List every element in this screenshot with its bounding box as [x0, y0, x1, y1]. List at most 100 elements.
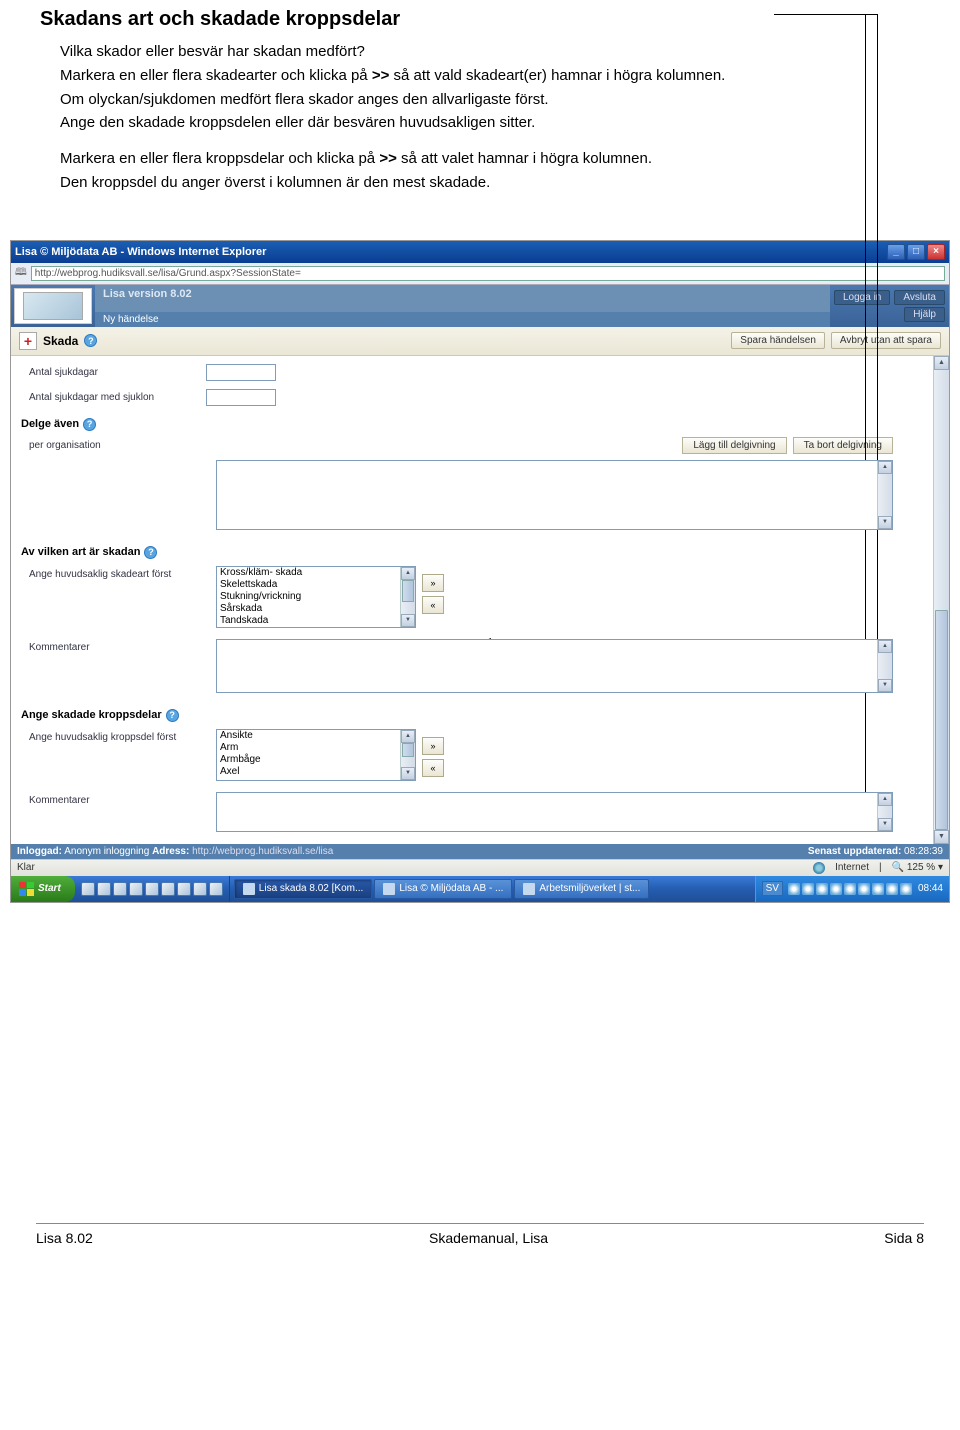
address-input[interactable]	[31, 266, 945, 281]
tray-icon[interactable]	[858, 883, 870, 895]
task-button[interactable]: Lisa © Miljödata AB - ...	[374, 879, 512, 899]
tray-icon[interactable]	[830, 883, 842, 895]
scroll-down-icon[interactable]: ▼	[878, 818, 892, 831]
art-source-listbox[interactable]: Kross/kläm- skada Skelettskada Stukning/…	[216, 566, 416, 628]
list-item[interactable]: Arm	[217, 742, 415, 754]
content-area: Antal sjukdagar Antal sjukdagar med sjuk…	[11, 356, 949, 844]
task-button[interactable]: Lisa skada 8.02 [Kom...	[234, 879, 373, 899]
page-footer: Lisa 8.02 Skademanual, Lisa Sida 8	[36, 1223, 924, 1246]
ql-icon[interactable]	[209, 882, 223, 896]
move-left-button[interactable]: «	[422, 759, 444, 777]
sjuklon-input[interactable]	[206, 389, 276, 406]
tray-icon[interactable]	[844, 883, 856, 895]
ql-icon[interactable]	[97, 882, 111, 896]
task-button[interactable]: Arbetsmiljöverket | st...	[514, 879, 649, 899]
tray-icon[interactable]	[816, 883, 828, 895]
help-icon[interactable]: ?	[166, 709, 179, 722]
scroll-thumb[interactable]	[402, 580, 414, 602]
list-item[interactable]: Kross/kläm- skada	[217, 567, 415, 579]
scrollbar[interactable]: ▲ ▼	[400, 567, 415, 627]
scroll-up-icon[interactable]: ▲	[934, 356, 949, 370]
ql-icon[interactable]	[193, 882, 207, 896]
per-org-row: per organisation Lägg till delgivning Ta…	[21, 435, 929, 458]
ie-zone: Internet	[835, 862, 869, 873]
move-right-button[interactable]: »	[422, 737, 444, 755]
scroll-down-icon[interactable]: ▼	[934, 830, 949, 844]
logo-image	[23, 292, 83, 320]
art-kommentarer-textarea[interactable]: ▲ ▼	[216, 639, 893, 693]
kommentarer-label: Kommentarer	[21, 640, 206, 653]
scrollbar[interactable]: ▲ ▼	[877, 793, 892, 831]
ql-icon[interactable]	[145, 882, 159, 896]
scroll-up-icon[interactable]: ▲	[878, 793, 892, 806]
add-delgivning-button[interactable]: Lägg till delgivning	[682, 437, 786, 454]
kropp-kommentarer-textarea[interactable]: ▲ ▼	[216, 792, 893, 832]
footer-left: Lisa 8.02	[36, 1230, 93, 1246]
cancel-button[interactable]: Avbryt utan att spara	[831, 332, 941, 349]
list-item[interactable]: Stukning/vrickning	[217, 591, 415, 603]
move-left-button[interactable]: «	[422, 596, 444, 614]
clock[interactable]: 08:44	[918, 883, 943, 894]
instructions: Vilka skador eller besvär har skadan med…	[40, 41, 920, 194]
art-heading: Av vilken art är skadan ?	[21, 538, 929, 563]
help-icon[interactable]: ?	[84, 334, 97, 347]
ql-icon[interactable]	[129, 882, 143, 896]
ie-status-bar: Klar Internet | 🔍 125 % ▾	[11, 859, 949, 876]
tray-icon[interactable]	[802, 883, 814, 895]
help-icon[interactable]: ?	[144, 546, 157, 559]
tray-icon[interactable]	[900, 883, 912, 895]
remove-delgivning-button[interactable]: Ta bort delgivning	[793, 437, 893, 454]
scroll-up-icon[interactable]: ▲	[878, 461, 892, 474]
list-item[interactable]: Tandskada	[217, 615, 415, 627]
start-button[interactable]: Start	[11, 876, 75, 902]
close-button[interactable]: ×	[927, 244, 945, 260]
scroll-down-icon[interactable]: ▼	[401, 767, 415, 780]
browser-screenshot: Lisa © Miljödata AB - Windows Internet E…	[10, 240, 950, 903]
ql-icon[interactable]	[81, 882, 95, 896]
move-right-button[interactable]: »	[422, 574, 444, 592]
footer-center: Skademanual, Lisa	[429, 1230, 548, 1246]
kropp-source-listbox[interactable]: Ansikte Arm Armbåge Axel ▲ ▼	[216, 729, 416, 781]
save-button[interactable]: Spara händelsen	[731, 332, 825, 349]
instr-p6: Den kroppsdel du anger överst i kolumnen…	[60, 172, 920, 194]
scroll-up-icon[interactable]: ▲	[878, 640, 892, 653]
sjukdagar-input[interactable]	[206, 364, 276, 381]
scroll-up-icon[interactable]: ▲	[401, 730, 415, 743]
list-item[interactable]: Axel	[217, 766, 415, 778]
scrollbar[interactable]: ▲ ▼	[400, 730, 415, 780]
maximize-button[interactable]: □	[907, 244, 925, 260]
tray-icon[interactable]	[788, 883, 800, 895]
main-scrollbar[interactable]: ▲ ▼	[933, 356, 949, 844]
scroll-thumb[interactable]	[935, 610, 948, 830]
list-item[interactable]: Skelettskada	[217, 579, 415, 591]
language-indicator[interactable]: SV	[762, 881, 783, 896]
instr-p2: Markera en eller flera skadearter och kl…	[60, 65, 920, 87]
scroll-up-icon[interactable]: ▲	[401, 567, 415, 580]
list-item[interactable]: Sårskada	[217, 603, 415, 615]
ql-icon[interactable]	[177, 882, 191, 896]
scroll-thumb[interactable]	[402, 743, 414, 757]
delgivning-textarea[interactable]: ▲ ▼	[216, 460, 893, 530]
sjukdagar-label: Antal sjukdagar	[21, 367, 206, 378]
scrollbar[interactable]: ▲ ▼	[877, 461, 892, 529]
help-button[interactable]: Hjälp	[904, 307, 945, 322]
lisa-header: Lisa version 8.02 Ny händelse Logga in A…	[11, 285, 949, 327]
list-item[interactable]: Armbåge	[217, 754, 415, 766]
ql-icon[interactable]	[113, 882, 127, 896]
list-item[interactable]: Ansikte	[217, 730, 415, 742]
help-icon[interactable]: ?	[83, 418, 96, 431]
scroll-down-icon[interactable]: ▼	[401, 614, 415, 627]
instr-p3: Om olyckan/sjukdomen medfört flera skado…	[60, 89, 920, 111]
scroll-down-icon[interactable]: ▼	[878, 516, 892, 529]
minimize-button[interactable]: _	[887, 244, 905, 260]
ql-icon[interactable]	[161, 882, 175, 896]
globe-icon	[813, 862, 825, 874]
scroll-down-icon[interactable]: ▼	[878, 679, 892, 692]
tray-icon[interactable]	[872, 883, 884, 895]
exit-button[interactable]: Avsluta	[894, 290, 945, 305]
tray-icon[interactable]	[886, 883, 898, 895]
login-button[interactable]: Logga in	[834, 290, 890, 305]
scrollbar[interactable]: ▲ ▼	[877, 640, 892, 692]
instr-p5: Markera en eller flera kroppsdelar och k…	[60, 148, 920, 170]
app-icon	[523, 883, 535, 895]
